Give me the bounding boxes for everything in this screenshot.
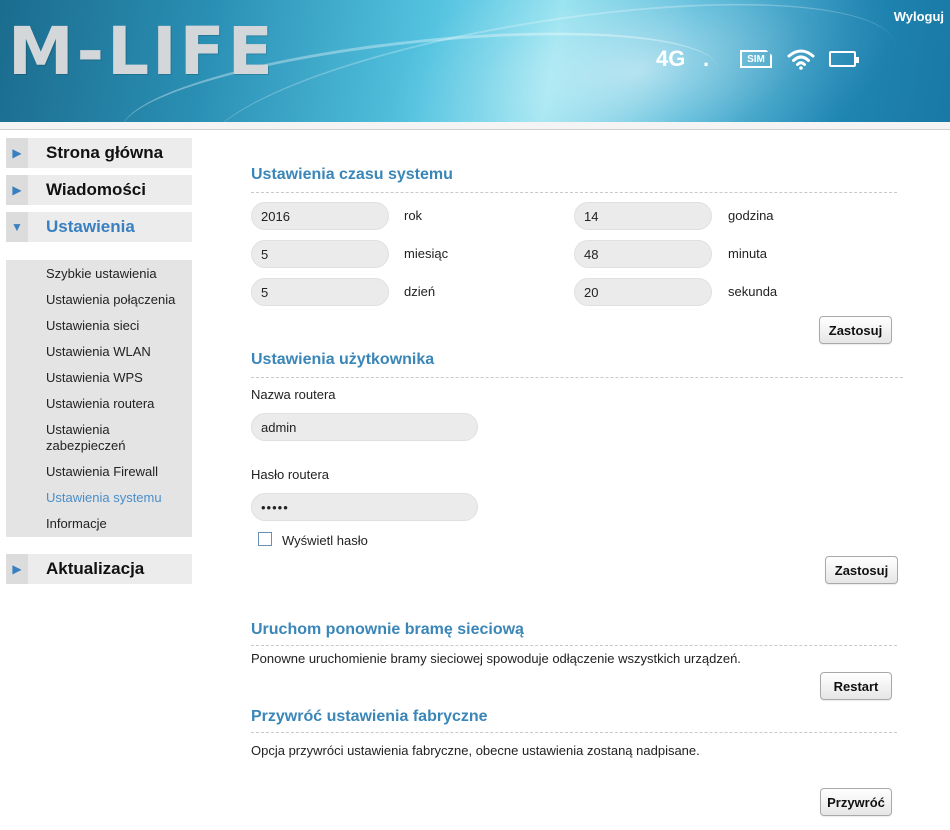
submenu-item-quick-settings[interactable]: Szybkie ustawienia — [46, 266, 186, 282]
menu-item-label: Wiadomości — [46, 180, 146, 199]
hour-input[interactable]: 14 — [574, 202, 712, 230]
wifi-icon — [787, 46, 815, 72]
section-title-factory-reset: Przywróć ustawienia fabryczne — [251, 708, 488, 725]
section-title-restart: Uruchom ponownie bramę sieciową — [251, 621, 524, 638]
show-password-label: Wyświetl hasło — [282, 533, 368, 548]
menu-item-messages[interactable]: ▶ Wiadomości — [6, 175, 192, 205]
brand-logo: M-LIFE — [8, 13, 276, 90]
submenu-item-connection-settings[interactable]: Ustawienia połączenia — [46, 292, 186, 308]
header-banner: M-LIFE Wyloguj 4G . SIM — [0, 0, 950, 122]
factory-reset-description: Opcja przywróci ustawienia fabryczne, ob… — [251, 743, 700, 758]
day-input[interactable]: 5 — [251, 278, 389, 306]
menu-item-label: Ustawienia — [46, 217, 135, 236]
hour-label: godzina — [728, 208, 774, 223]
settings-submenu: Szybkie ustawienia Ustawienia połączenia… — [6, 260, 192, 537]
menu-item-label: Strona główna — [46, 143, 164, 162]
restart-button[interactable]: Restart — [820, 672, 892, 700]
section-title-time-settings: Ustawienia czasu systemu — [251, 166, 453, 183]
apply-time-button[interactable]: Zastosuj — [819, 316, 892, 344]
menu-item-label: Aktualizacja — [46, 559, 145, 578]
menu-item-settings[interactable]: ▼ Ustawienia — [6, 212, 192, 242]
restart-description: Ponowne uruchomienie bramy sieciowej spo… — [251, 651, 741, 666]
chevron-down-icon: ▼ — [6, 212, 28, 242]
section-title-user-settings: Ustawienia użytkownika — [251, 351, 435, 368]
logout-link[interactable]: Wyloguj — [894, 9, 944, 24]
section-divider — [251, 645, 897, 646]
second-input[interactable]: 20 — [574, 278, 712, 306]
menu-item-home[interactable]: ▶ Strona główna — [6, 138, 192, 168]
sim-icon: SIM — [740, 46, 772, 72]
apply-user-button[interactable]: Zastosuj — [825, 556, 898, 584]
section-divider — [251, 192, 897, 193]
day-label: dzień — [404, 284, 436, 299]
year-label: rok — [404, 208, 423, 223]
section-divider — [251, 732, 897, 733]
submenu-item-wps-settings[interactable]: Ustawienia WPS — [46, 370, 186, 386]
submenu-item-network-settings[interactable]: Ustawienia sieci — [46, 318, 186, 334]
battery-icon — [829, 46, 859, 72]
router-password-input[interactable]: ••••• — [251, 493, 478, 521]
submenu-item-firewall-settings[interactable]: Ustawienia Firewall — [46, 464, 186, 480]
header-divider — [0, 122, 950, 130]
router-name-label: Nazwa routera — [251, 387, 336, 402]
menu-item-update[interactable]: ▶ Aktualizacja — [6, 554, 192, 584]
section-divider — [251, 377, 903, 378]
submenu-item-security-settings[interactable]: Ustawienia zabezpieczeń — [46, 422, 186, 454]
chevron-right-icon: ▶ — [6, 554, 28, 584]
month-input[interactable]: 5 — [251, 240, 389, 268]
sim-icon-label: SIM — [740, 50, 772, 68]
router-name-input[interactable]: admin — [251, 413, 478, 441]
second-label: sekunda — [728, 284, 778, 299]
show-password-checkbox[interactable] — [258, 532, 272, 546]
network-type-indicator: 4G — [656, 46, 686, 71]
submenu-item-router-settings[interactable]: Ustawienia routera — [46, 396, 186, 412]
signal-strength-icon: . — [703, 46, 710, 71]
battery-icon-body — [829, 51, 859, 67]
submenu-item-wlan-settings[interactable]: Ustawienia WLAN — [46, 344, 186, 360]
chevron-right-icon: ▶ — [6, 175, 28, 205]
submenu-item-system-settings[interactable]: Ustawienia systemu — [46, 490, 186, 506]
minute-label: minuta — [728, 246, 768, 261]
factory-reset-button[interactable]: Przywróć — [820, 788, 892, 816]
month-label: miesiąc — [404, 246, 449, 261]
submenu-item-information[interactable]: Informacje — [46, 516, 186, 532]
router-password-label: Hasło routera — [251, 467, 330, 482]
minute-input[interactable]: 48 — [574, 240, 712, 268]
year-input[interactable]: 2016 — [251, 202, 389, 230]
chevron-right-icon: ▶ — [6, 138, 28, 168]
